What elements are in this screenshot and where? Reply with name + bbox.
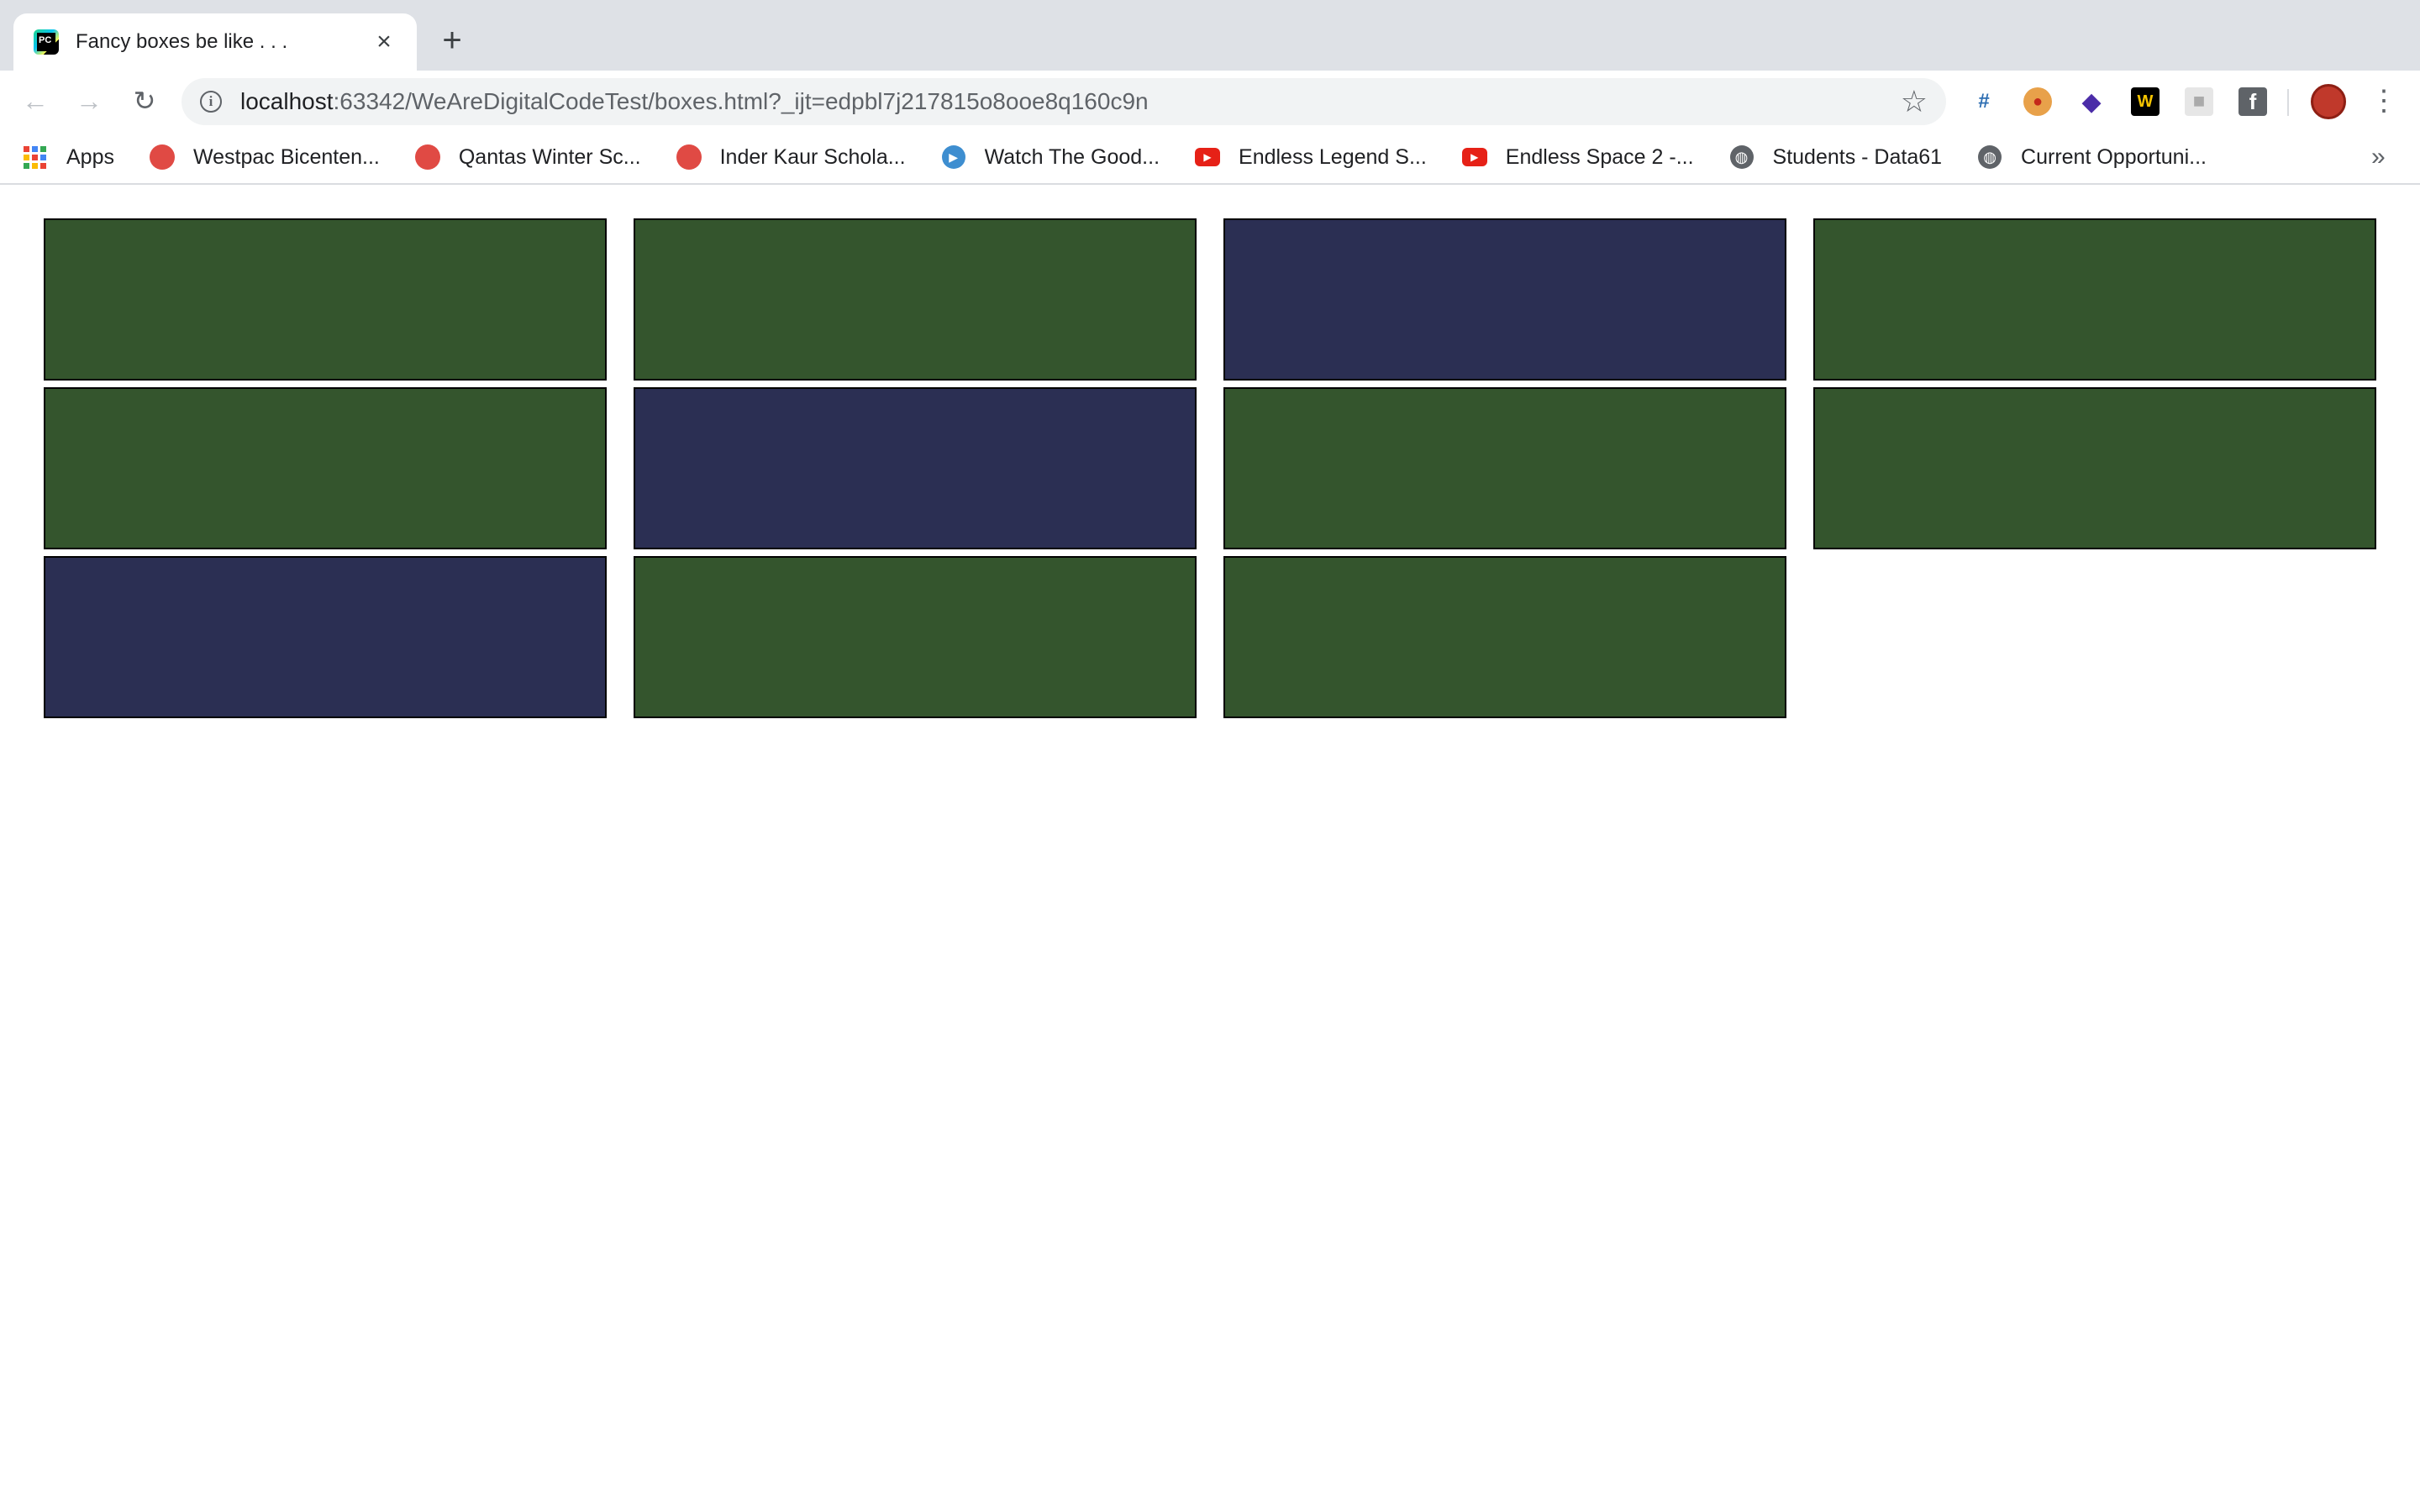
globe-icon: ◍ bbox=[1977, 144, 2002, 170]
bookmark-label: Watch The Good... bbox=[984, 144, 1160, 169]
bookmark-label: Current Opportuni... bbox=[2021, 144, 2207, 169]
bookmark-label: Inder Kaur Schola... bbox=[719, 144, 906, 169]
bookmark-label: Endless Space 2 -... bbox=[1505, 144, 1694, 169]
apps-dot bbox=[24, 145, 29, 152]
apps-dot bbox=[40, 162, 46, 169]
bookmark-item[interactable]: ◍ Current Opportuni... bbox=[1977, 144, 2207, 170]
color-box-green bbox=[1223, 387, 1786, 549]
bookmark-label: Students - Data61 bbox=[1772, 144, 1943, 169]
url-text[interactable]: localhost:63342/WeAreDigitalCodeTest/box… bbox=[240, 88, 1901, 115]
color-box-green bbox=[44, 387, 607, 549]
forward-button[interactable]: → bbox=[72, 84, 106, 118]
bookmark-label: Apps bbox=[66, 144, 114, 169]
chrome-menu-icon[interactable]: ⋮ bbox=[2370, 84, 2398, 118]
back-button[interactable]: ← bbox=[18, 84, 52, 118]
layers-extension-icon[interactable]: ◆ bbox=[2077, 87, 2106, 116]
color-box-green bbox=[634, 218, 1197, 381]
youtube-icon: ▶ bbox=[1461, 144, 1487, 170]
globe-icon: ◍ bbox=[1729, 144, 1754, 170]
color-box-green bbox=[1223, 556, 1786, 718]
color-box-green bbox=[1813, 387, 2376, 549]
color-box-navy bbox=[1223, 218, 1786, 381]
box-grid bbox=[44, 218, 2376, 718]
browser-window: PC Fancy boxes be like . . . × + ← → ↻ i… bbox=[0, 0, 2420, 1512]
apps-dot bbox=[32, 162, 38, 169]
pycharm-favicon-icon: PC bbox=[34, 29, 59, 55]
bookmark-label: Qantas Winter Sc... bbox=[458, 144, 641, 169]
close-tab-icon[interactable]: × bbox=[371, 28, 397, 55]
color-box-navy bbox=[44, 556, 607, 718]
crop-extension-icon[interactable]: # bbox=[1970, 87, 1998, 116]
page-content bbox=[0, 185, 2420, 1510]
tab-strip: PC Fancy boxes be like . . . × + bbox=[0, 0, 2420, 71]
red-blob-icon bbox=[676, 144, 702, 170]
info-icon[interactable]: i bbox=[200, 91, 222, 113]
grey-extension-icon[interactable]: ■ bbox=[2185, 87, 2213, 116]
color-box-green bbox=[1813, 218, 2376, 381]
bookmark-item[interactable]: Westpac Bicenten... bbox=[149, 144, 380, 170]
bookmark-label: Westpac Bicenten... bbox=[192, 144, 380, 169]
w-extension-icon[interactable]: W bbox=[2131, 87, 2160, 116]
apps-dot bbox=[24, 162, 29, 169]
bookmark-label: Endless Legend S... bbox=[1239, 144, 1427, 169]
bookmark-item[interactable]: ▶ Watch The Good... bbox=[941, 144, 1160, 170]
toolbar-divider bbox=[2287, 89, 2289, 116]
new-tab-button[interactable]: + bbox=[435, 24, 469, 57]
play-icon: ▶ bbox=[941, 144, 966, 170]
bookmark-item[interactable]: ▶ Endless Space 2 -... bbox=[1461, 144, 1694, 170]
bookmarks-overflow-icon[interactable]: » bbox=[2371, 143, 2386, 171]
youtube-icon: ▶ bbox=[1195, 144, 1221, 170]
red-blob-icon bbox=[414, 144, 440, 170]
bookmark-item[interactable]: Inder Kaur Schola... bbox=[676, 144, 906, 170]
url-path: :63342/WeAreDigitalCodeTest/boxes.html?_… bbox=[333, 88, 1149, 114]
url-host: localhost bbox=[240, 88, 334, 114]
apps-dot bbox=[40, 154, 46, 160]
apps-dot bbox=[32, 154, 38, 160]
color-box-green bbox=[44, 218, 607, 381]
facebook-extension-icon[interactable]: f bbox=[2238, 87, 2267, 116]
bookmark-item[interactable]: Qantas Winter Sc... bbox=[414, 144, 641, 170]
bookmark-item[interactable]: ▶ Endless Legend S... bbox=[1195, 144, 1427, 170]
santa-extension-icon[interactable]: ● bbox=[2023, 87, 2052, 116]
bookmark-star-icon[interactable]: ☆ bbox=[1901, 84, 1928, 119]
apps-grid-icon bbox=[24, 145, 46, 169]
bookmarks-bar: Apps Westpac Bicenten... Qantas Winter S… bbox=[0, 131, 2420, 185]
red-blob-icon bbox=[149, 144, 175, 170]
apps-dot bbox=[40, 145, 46, 152]
toolbar: ← → ↻ i localhost:63342/WeAreDigitalCode… bbox=[0, 71, 2420, 131]
bookmark-apps[interactable]: Apps bbox=[24, 145, 114, 170]
color-box-green bbox=[634, 556, 1197, 718]
address-bar[interactable]: i localhost:63342/WeAreDigitalCodeTest/b… bbox=[182, 78, 1946, 125]
apps-dot bbox=[24, 154, 29, 160]
profile-avatar[interactable] bbox=[2311, 84, 2346, 119]
tab-title: Fancy boxes be like . . . bbox=[76, 30, 288, 53]
active-tab[interactable]: PC Fancy boxes be like . . . × bbox=[13, 13, 417, 71]
bookmark-item[interactable]: ◍ Students - Data61 bbox=[1729, 144, 1943, 170]
apps-dot bbox=[32, 145, 38, 152]
color-box-navy bbox=[634, 387, 1197, 549]
reload-button[interactable]: ↻ bbox=[128, 84, 161, 118]
favicon-text: PC bbox=[37, 33, 55, 51]
